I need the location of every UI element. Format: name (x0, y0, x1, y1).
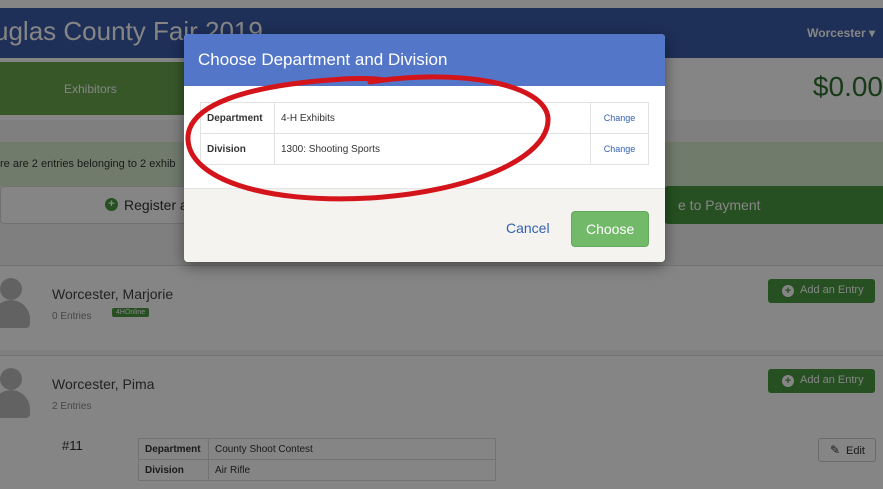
selection-value: 4-H Exhibits (274, 102, 591, 134)
selection-table: Department 4-H Exhibits Change Division … (200, 102, 649, 165)
table-row: Division 1300: Shooting Sports Change (200, 133, 649, 165)
table-row: Department 4-H Exhibits Change (200, 102, 649, 134)
selection-key: Division (200, 133, 275, 165)
selection-value: 1300: Shooting Sports (274, 133, 591, 165)
change-division-link[interactable]: Change (604, 144, 636, 154)
choose-button-label: Choose (586, 221, 635, 237)
change-cell: Change (590, 133, 649, 165)
change-department-link[interactable]: Change (604, 113, 636, 123)
app-window: uglas County Fair 2019 Worcester ▾ Exhib… (0, 0, 883, 489)
change-cell: Change (590, 102, 649, 134)
modal-header: Choose Department and Division (184, 34, 665, 86)
modal-footer: Cancel Choose (184, 188, 665, 262)
selection-key: Department (200, 102, 275, 134)
cancel-button[interactable]: Cancel (506, 220, 550, 236)
modal-title: Choose Department and Division (198, 50, 448, 69)
choose-department-modal: Choose Department and Division Departmen… (184, 34, 665, 262)
modal-body: Department 4-H Exhibits Change Division … (184, 86, 665, 188)
choose-button[interactable]: Choose (571, 211, 649, 247)
